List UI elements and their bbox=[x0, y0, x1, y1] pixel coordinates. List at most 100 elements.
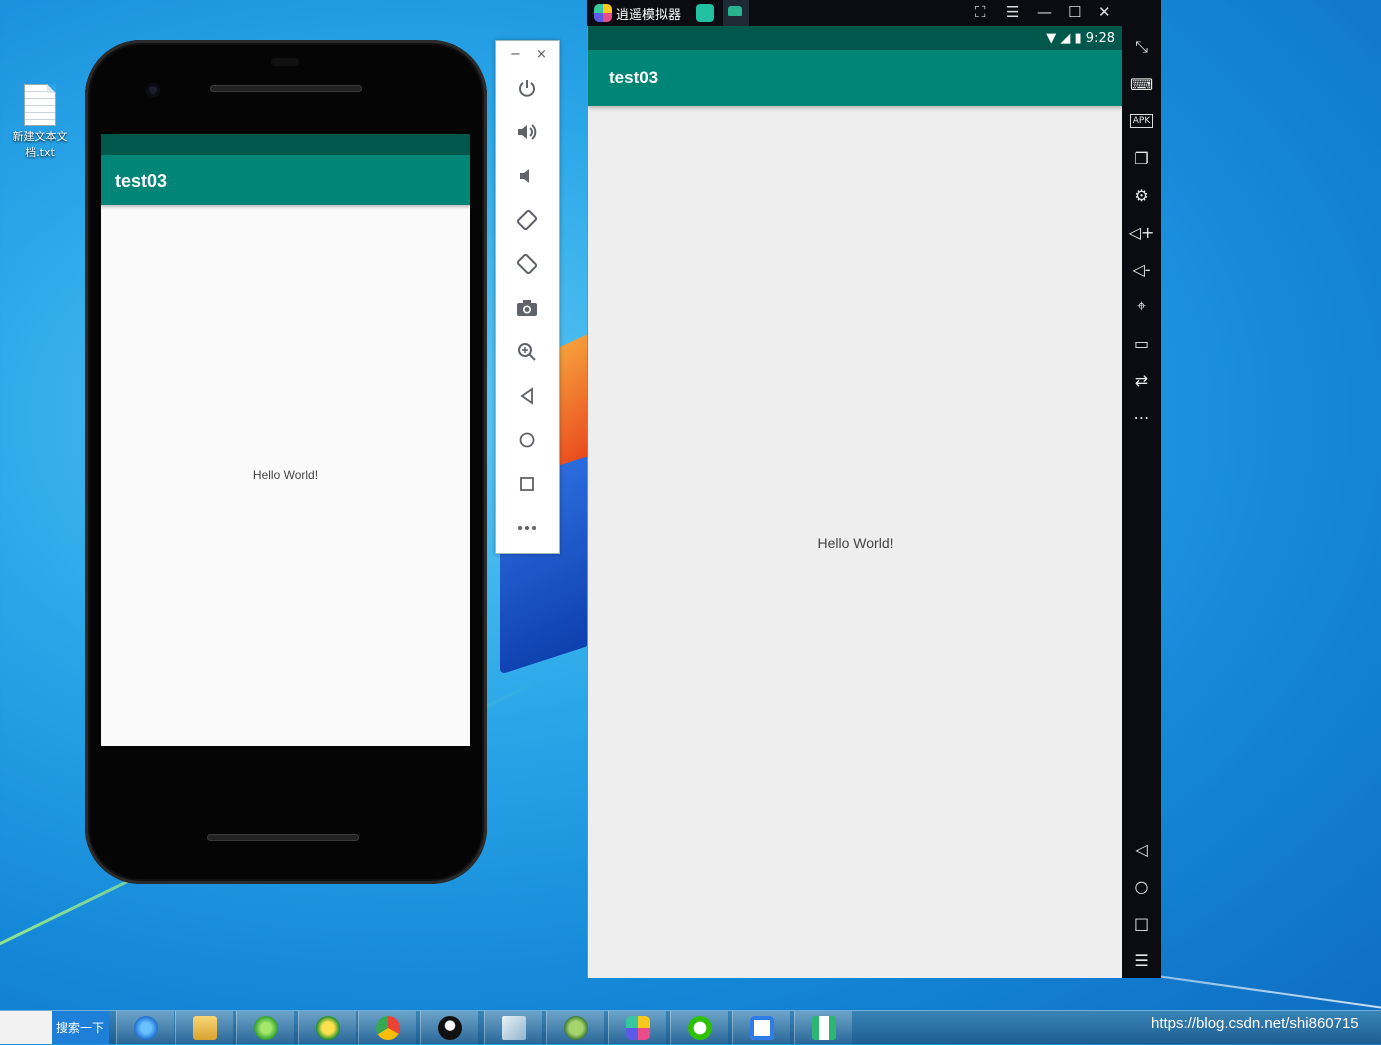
phone-app-title: test03 bbox=[101, 155, 470, 205]
toolbar-minimize-button[interactable]: − bbox=[510, 47, 521, 62]
more-side-button[interactable]: ⋯ bbox=[1122, 403, 1161, 431]
back-button[interactable] bbox=[510, 379, 544, 413]
nav-menu-button[interactable]: ☰ bbox=[1122, 946, 1161, 974]
taskbar-360-browser[interactable] bbox=[236, 1011, 294, 1044]
android-studio-icon bbox=[563, 1015, 588, 1040]
power-button[interactable] bbox=[510, 71, 544, 105]
memu-sidebar: ⤡ ⌨ APK ❐ ⚙ ◁+ ◁- ⌖ ▭ ⇄ ⋯ ◁ ○ □ ☰ bbox=[1122, 0, 1161, 978]
memu-title-bar[interactable]: 逍遥模拟器 ⛶ ☰ — ☐ ✕ ‹‹‹ bbox=[587, 0, 1161, 26]
volume-down-icon bbox=[520, 169, 529, 183]
settings-icon: ⚙ bbox=[1134, 185, 1149, 205]
location-button[interactable]: ⌖ bbox=[1122, 292, 1161, 320]
notepad-icon bbox=[501, 1015, 526, 1040]
taskbar-ie[interactable] bbox=[116, 1011, 174, 1044]
ie-icon bbox=[133, 1015, 158, 1040]
home-icon: ○ bbox=[1134, 876, 1149, 896]
status-time: 9:28 bbox=[1085, 31, 1115, 46]
taskbar-explorer[interactable] bbox=[175, 1011, 233, 1044]
360-safe-icon bbox=[315, 1015, 340, 1040]
memu-screen[interactable]: ▼ ◢ ▮ 9:28 test03 Hello World! bbox=[587, 26, 1123, 978]
signal-icon: ◢ bbox=[1060, 31, 1071, 46]
more-icon bbox=[518, 526, 536, 530]
overview-button[interactable] bbox=[510, 467, 544, 501]
baidu-netdisk-icon bbox=[749, 1015, 774, 1040]
volume-down-icon: ◁- bbox=[1132, 259, 1151, 279]
phone-hello-text: Hello World! bbox=[252, 468, 319, 482]
volume-up-icon bbox=[518, 124, 537, 140]
apk-button[interactable]: APK bbox=[1122, 107, 1161, 135]
nav-home-button[interactable]: ○ bbox=[1122, 872, 1161, 900]
rotate-right-button[interactable] bbox=[510, 247, 544, 281]
home-icon bbox=[519, 432, 535, 448]
memu-android-tab[interactable] bbox=[723, 0, 749, 26]
taskbar-memu[interactable] bbox=[608, 1011, 666, 1044]
taskbar-wechat[interactable] bbox=[670, 1011, 728, 1044]
toolbar-close-button[interactable]: × bbox=[536, 47, 547, 62]
multi-window-icon: ❐ bbox=[1134, 148, 1149, 168]
text-file-icon bbox=[24, 84, 56, 126]
memu-app-tab-icon[interactable] bbox=[696, 4, 714, 22]
memu-logo-icon bbox=[594, 4, 612, 22]
taskbar-360-safe[interactable] bbox=[298, 1011, 356, 1044]
volume-down-side-button[interactable]: ◁- bbox=[1122, 255, 1161, 283]
more-button[interactable] bbox=[510, 511, 544, 545]
taskbar-chrome[interactable] bbox=[358, 1011, 416, 1044]
rotate-left-button[interactable] bbox=[510, 203, 544, 237]
desktop-file-icon[interactable]: 新建文本文档.txt bbox=[8, 84, 72, 161]
phone-camera bbox=[146, 83, 160, 97]
recent-icon: □ bbox=[1133, 913, 1150, 933]
minimize-button[interactable]: — bbox=[1037, 3, 1052, 21]
rotate-left-icon bbox=[516, 209, 538, 231]
menu-button[interactable]: ☰ bbox=[1006, 3, 1019, 21]
multi-window-button[interactable]: ❐ bbox=[1122, 144, 1161, 172]
taskbar-qq[interactable] bbox=[420, 1011, 478, 1044]
fullscreen-button[interactable]: ⤡ bbox=[1122, 33, 1161, 61]
volume-up-side-button[interactable]: ◁+ bbox=[1122, 218, 1161, 246]
nav-recent-button[interactable]: □ bbox=[1122, 909, 1161, 937]
fullscreen-icon: ⤡ bbox=[1135, 37, 1148, 56]
qq-icon bbox=[437, 1015, 462, 1040]
emulator-icon bbox=[811, 1015, 836, 1040]
phone-screen[interactable]: test03 Hello World! bbox=[101, 134, 470, 746]
back-icon bbox=[520, 387, 533, 405]
taskbar-search-button[interactable]: 搜索一下 bbox=[52, 1011, 109, 1044]
phone-bottom-speaker bbox=[207, 834, 359, 841]
settings-button[interactable]: ⚙ bbox=[1122, 181, 1161, 209]
memu-icon bbox=[625, 1015, 650, 1040]
maximize-button[interactable]: ☐ bbox=[1068, 3, 1081, 21]
volume-up-icon: ◁+ bbox=[1128, 222, 1155, 242]
chrome-icon bbox=[375, 1015, 400, 1040]
phone-status-bar bbox=[101, 134, 470, 155]
zoom-icon bbox=[518, 343, 536, 361]
memu-app-title: test03 bbox=[588, 50, 1123, 106]
folder-button[interactable]: ▭ bbox=[1122, 329, 1161, 357]
volume-down-button[interactable] bbox=[510, 159, 544, 193]
taskbar-android-studio[interactable] bbox=[546, 1011, 604, 1044]
location-icon: ⌖ bbox=[1136, 296, 1146, 315]
volume-up-button[interactable] bbox=[510, 115, 544, 149]
screenshot-button[interactable] bbox=[510, 291, 544, 325]
home-button[interactable] bbox=[510, 423, 544, 457]
folder-icon: ▭ bbox=[1133, 333, 1150, 353]
taskbar-search-input[interactable] bbox=[0, 1011, 52, 1044]
sync-icon: ⇄ bbox=[1134, 370, 1149, 390]
sync-button[interactable]: ⇄ bbox=[1122, 366, 1161, 394]
taskbar-emulator[interactable] bbox=[794, 1011, 852, 1044]
wifi-icon: ▼ bbox=[1046, 31, 1057, 46]
back-icon: ◁ bbox=[1135, 839, 1148, 859]
close-button[interactable]: ✕ bbox=[1098, 3, 1111, 21]
memu-hello-text: Hello World! bbox=[817, 535, 894, 551]
zoom-button[interactable] bbox=[510, 335, 544, 369]
taskbar-notepad[interactable] bbox=[484, 1011, 542, 1044]
wechat-icon bbox=[687, 1015, 712, 1040]
memu-status-bar: ▼ ◢ ▮ 9:28 bbox=[588, 26, 1123, 50]
more-icon: ⋯ bbox=[1133, 407, 1150, 427]
taskbar-baidu-netdisk[interactable] bbox=[732, 1011, 790, 1044]
screen-capture-button[interactable]: ⛶ bbox=[975, 3, 986, 21]
keyboard-button[interactable]: ⌨ bbox=[1122, 70, 1161, 98]
emulator-toolbar: − × bbox=[495, 40, 560, 554]
keyboard-icon: ⌨ bbox=[1129, 74, 1154, 94]
android-icon bbox=[728, 6, 742, 16]
nav-back-button[interactable]: ◁ bbox=[1122, 835, 1161, 863]
watermark-url: https://blog.csdn.net/shi860715 bbox=[1151, 1015, 1359, 1032]
